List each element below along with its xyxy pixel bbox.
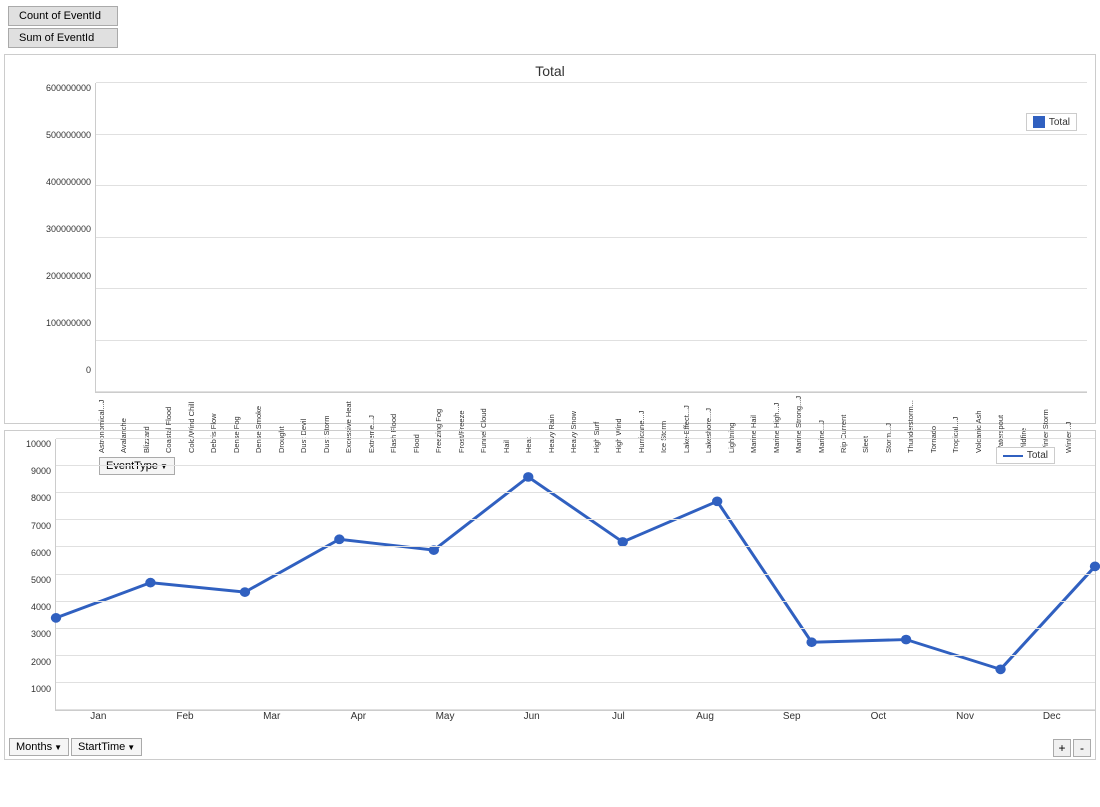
line-grid	[55, 439, 1095, 711]
bars-row	[96, 83, 1087, 392]
line-y-label: 8000	[31, 493, 51, 503]
line-legend: Total	[996, 447, 1055, 464]
zoom-controls: + -	[1053, 739, 1091, 757]
bar-y-label: 0	[86, 365, 91, 375]
bar-chart-title: Total	[13, 63, 1087, 79]
line-x-label: Nov	[922, 711, 1009, 722]
starttime-label: StartTime	[78, 741, 125, 753]
line-grid-line	[56, 519, 1095, 520]
count-button[interactable]: Count of EventId	[8, 6, 118, 26]
line-dot	[51, 613, 61, 623]
line-y-label: 4000	[31, 602, 51, 612]
line-dot	[523, 472, 533, 482]
line-y-label: 1000	[31, 684, 51, 694]
line-x-label: Aug	[662, 711, 749, 722]
line-dot	[1090, 562, 1100, 572]
line-x-label: Oct	[835, 711, 922, 722]
bar-y-label: 100000000	[46, 318, 91, 328]
bar-y-label: 300000000	[46, 224, 91, 234]
line-grid-line	[56, 438, 1095, 439]
line-chart-inner: Total	[55, 439, 1095, 711]
bottom-controls: Months ▼ StartTime ▼ + -	[5, 731, 1095, 759]
line-x-label: Feb	[142, 711, 229, 722]
line-y-label: 9000	[31, 466, 51, 476]
line-y-label: 6000	[31, 548, 51, 558]
line-grid-line	[56, 682, 1095, 683]
line-dot	[806, 637, 816, 647]
line-x-label: Jan	[55, 711, 142, 722]
line-legend-line	[1003, 455, 1023, 457]
line-x-label: Sep	[748, 711, 835, 722]
months-arrow: ▼	[54, 743, 62, 752]
months-label: Months	[16, 741, 52, 753]
line-grid-line	[56, 601, 1095, 602]
bar-y-label: 200000000	[46, 271, 91, 281]
bar-legend-label: Total	[1049, 117, 1070, 128]
top-buttons: Count of EventId Sum of EventId	[0, 0, 1100, 54]
line-y-label: 10000	[26, 439, 51, 449]
line-y-label: 3000	[31, 629, 51, 639]
starttime-dropdown-button[interactable]: StartTime ▼	[71, 738, 142, 756]
line-dot	[618, 537, 628, 547]
line-grid-line	[56, 628, 1095, 629]
line-grid-line	[56, 546, 1095, 547]
line-dot	[334, 534, 344, 544]
line-dot	[901, 635, 911, 645]
line-dot	[995, 665, 1005, 675]
starttime-arrow: ▼	[127, 743, 135, 752]
bar-y-label: 500000000	[46, 130, 91, 140]
line-x-label: Dec	[1008, 711, 1095, 722]
line-grid-line	[56, 709, 1095, 710]
line-x-label: Apr	[315, 711, 402, 722]
line-legend-label: Total	[1027, 450, 1048, 461]
line-grid-line	[56, 465, 1095, 466]
line-x-labels: JanFebMarAprMayJunJulAugSepOctNovDec	[55, 711, 1095, 722]
sum-button[interactable]: Sum of EventId	[8, 28, 118, 48]
bar-y-axis: 600000000 500000000 400000000 300000000 2000…	[13, 83, 95, 393]
line-x-label: Jun	[488, 711, 575, 722]
line-svg	[56, 439, 1095, 710]
zoom-out-button[interactable]: -	[1073, 739, 1091, 757]
line-y-label: 7000	[31, 521, 51, 531]
line-chart-area: 10000 9000 8000 7000 6000 5000 4000 3000 2000 100…	[5, 431, 1095, 711]
bar-y-label: 400000000	[46, 177, 91, 187]
line-chart-wrapper: 10000 9000 8000 7000 6000 5000 4000 3000 2000 100…	[4, 430, 1096, 760]
bar-chart-inner	[95, 83, 1087, 393]
bar-legend: Total	[1026, 113, 1077, 131]
bar-legend-color	[1033, 116, 1045, 128]
line-y-axis: 10000 9000 8000 7000 6000 5000 4000 3000 2000 100…	[5, 439, 55, 711]
line-dot	[240, 587, 250, 597]
line-x-label: May	[402, 711, 489, 722]
bar-grid	[95, 83, 1087, 393]
line-x-label: Jul	[575, 711, 662, 722]
bar-y-label: 600000000	[46, 83, 91, 93]
line-dot	[712, 496, 722, 506]
bar-chart-wrapper: Total 600000000 500000000 400000000 3000000…	[4, 54, 1096, 424]
line-grid-line	[56, 574, 1095, 575]
line-y-label: 2000	[31, 657, 51, 667]
bar-chart-area: 600000000 500000000 400000000 300000000 2000…	[13, 83, 1087, 393]
zoom-in-button[interactable]: +	[1053, 739, 1071, 757]
line-x-label: Mar	[228, 711, 315, 722]
line-dot	[145, 578, 155, 588]
line-grid-line	[56, 492, 1095, 493]
line-y-label: 5000	[31, 575, 51, 585]
line-grid-line	[56, 655, 1095, 656]
months-dropdown-button[interactable]: Months ▼	[9, 738, 69, 756]
